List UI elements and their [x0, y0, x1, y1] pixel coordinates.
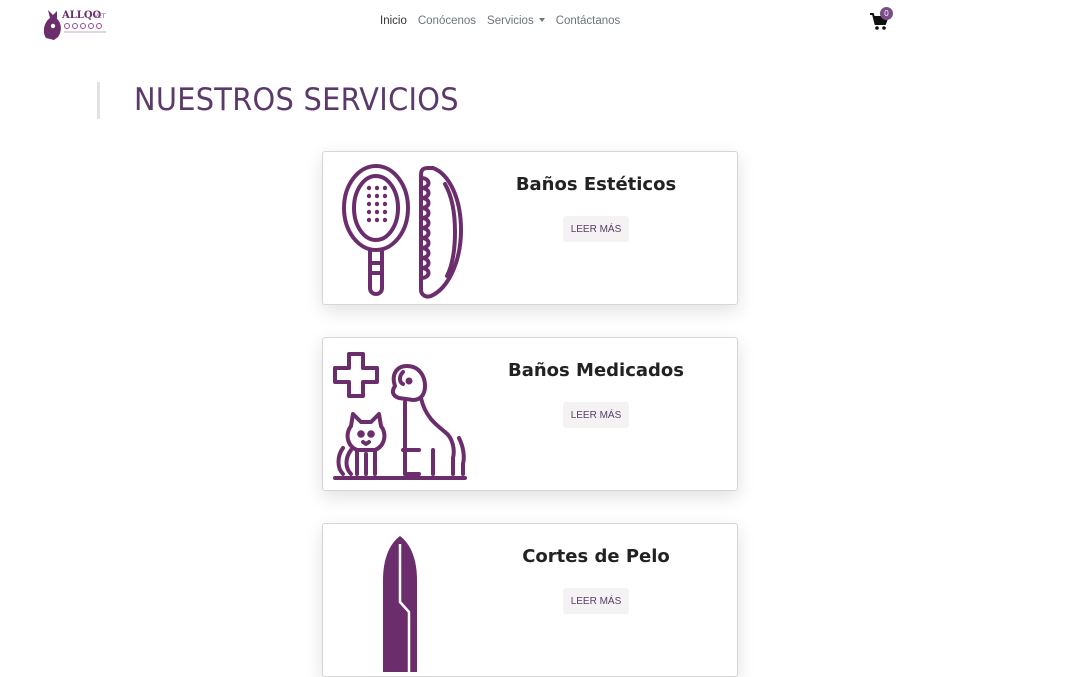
brand-logo[interactable]: ALLQO VET: [40, 4, 112, 42]
service-card: Baños Estéticos LEER MÁS: [322, 151, 738, 305]
section-heading-bar: [97, 82, 100, 119]
service-title: Baños Estéticos: [515, 174, 677, 195]
nav-link-servicios-label: Servicios: [487, 15, 534, 27]
nav-link-contactanos[interactable]: Contáctanos: [556, 15, 621, 27]
read-more-button[interactable]: LEER MÁS: [563, 402, 629, 428]
clipper-icon: [333, 532, 473, 672]
read-more-button[interactable]: LEER MÁS: [563, 216, 629, 242]
page-title: NUESTROS SERVICIOS: [134, 82, 459, 118]
nav-link-inicio[interactable]: Inicio: [380, 15, 407, 27]
cart-count-badge: 0: [880, 7, 893, 20]
dropdown-caret-icon: [538, 18, 545, 22]
pets-medical-icon: [333, 346, 473, 486]
nav-link-conocenos[interactable]: Conócenos: [418, 15, 476, 27]
navbar: ALLQO VET Inicio Conócenos Servicios Con…: [0, 0, 1076, 46]
svg-text:VET: VET: [94, 13, 106, 20]
service-title: Baños Medicados: [508, 360, 684, 381]
main-nav: Inicio Conócenos Servicios Contáctanos: [380, 15, 620, 27]
nav-link-servicios[interactable]: Servicios: [487, 15, 545, 27]
service-title: Cortes de Pelo: [522, 546, 670, 567]
service-card: Cortes de Pelo LEER MÁS: [322, 523, 738, 677]
brush-comb-icon: [333, 160, 473, 300]
service-card: Baños Medicados LEER MÁS: [322, 337, 738, 491]
read-more-button[interactable]: LEER MÁS: [563, 588, 629, 614]
